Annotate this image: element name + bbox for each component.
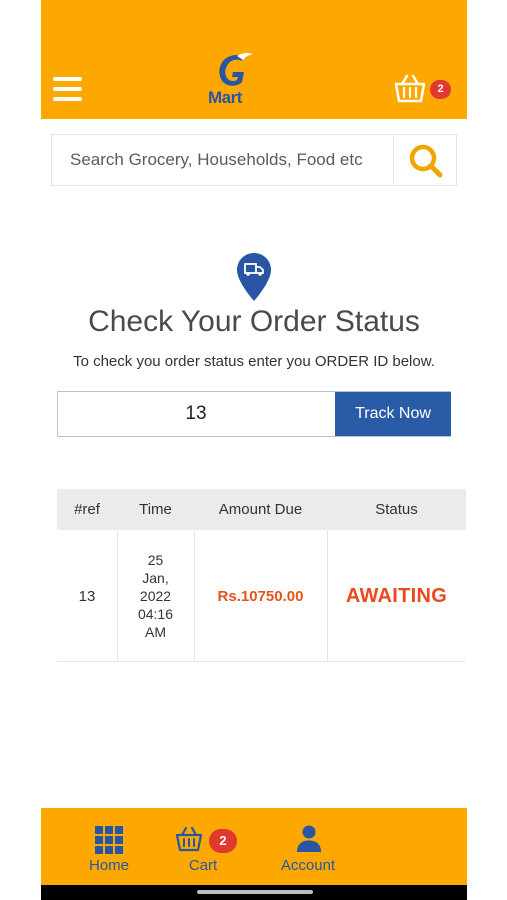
order-ref-cell: 13 [78, 587, 96, 605]
order-time-cell: 25 Jan, 2022 04:16 AM [117, 530, 194, 662]
app-screen: Mart 2 Check You [41, 0, 467, 900]
delivery-location-pin-icon [236, 252, 272, 302]
nav-home-label: Home [88, 857, 129, 874]
order-id-input[interactable] [58, 392, 334, 436]
track-now-button[interactable]: Track Now [335, 392, 451, 436]
time-line: Jan, [142, 570, 169, 586]
search-bar [51, 134, 457, 186]
column-header-status: Status [375, 501, 418, 518]
cart-count-badge: 2 [430, 80, 451, 99]
time-line: 04:16 [137, 606, 174, 622]
time-line: 25 [147, 552, 164, 568]
nav-home[interactable]: Home [81, 808, 137, 885]
column-header-ref: #ref [74, 501, 100, 518]
search-input[interactable] [52, 135, 392, 185]
user-icon [297, 825, 321, 852]
nav-cart-label: Cart [188, 857, 218, 874]
status-badge: AWAITING [345, 584, 448, 607]
order-status-table: #ref Time Amount Due Status 13 25 Jan, 2… [57, 489, 466, 662]
home-gesture-handle[interactable] [197, 890, 313, 894]
search-divider [393, 135, 394, 185]
nav-account[interactable]: Account [271, 808, 345, 885]
menu-icon[interactable] [53, 77, 82, 101]
nav-account-label: Account [280, 857, 336, 874]
logo-text: Mart [208, 88, 242, 107]
track-order-form: Track Now [57, 391, 451, 437]
cart-basket-icon [175, 826, 203, 852]
g-logo-icon [219, 52, 253, 86]
column-header-amount: Amount Due [218, 501, 303, 518]
cart-basket-icon[interactable] [393, 74, 427, 104]
amount-due-cell: Rs.10750.00 [217, 587, 304, 605]
time-line: 2022 [139, 588, 172, 604]
page-title: Check Your Order Status [88, 305, 420, 338]
page-subtitle: To check you order status enter you ORDE… [73, 353, 435, 370]
gmart-logo[interactable]: Mart [207, 52, 257, 107]
cart-count-badge: 2 [209, 829, 237, 853]
grid-icon [95, 826, 123, 854]
search-icon[interactable] [406, 143, 446, 179]
table-header: #ref Time Amount Due Status [57, 489, 466, 530]
column-header-time: Time [139, 501, 172, 518]
time-line: AM [144, 624, 166, 640]
bottom-navigation: Home Cart Account [41, 808, 467, 885]
table-row: 13 25 Jan, 2022 04:16 AM Rs.10750.00 AWA… [57, 530, 466, 662]
top-header: Mart 2 [41, 0, 467, 119]
